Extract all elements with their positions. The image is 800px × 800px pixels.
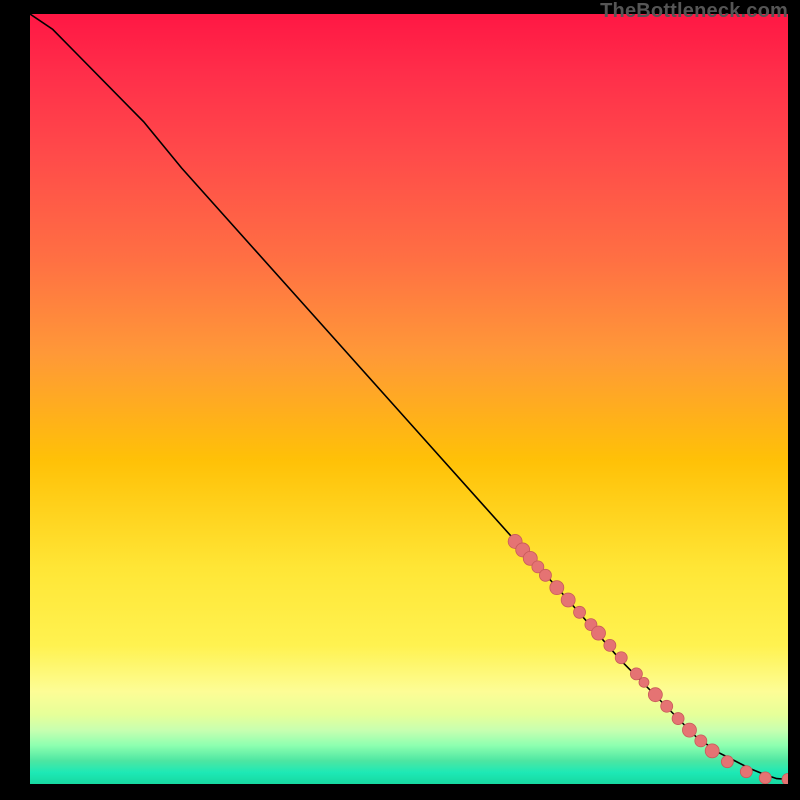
scatter-point [550, 581, 564, 595]
plot-area [30, 14, 788, 784]
scatter-point [672, 713, 684, 725]
scatter-point [648, 688, 662, 702]
scatter-point [661, 700, 673, 712]
chart-svg [30, 14, 788, 784]
scatter-point [615, 652, 627, 664]
scatter-point [592, 626, 606, 640]
scatter-point [639, 677, 649, 687]
scatter-point [695, 735, 707, 747]
curve-line [30, 14, 788, 779]
scatter-point [539, 569, 551, 581]
scatter-point [630, 668, 642, 680]
chart-stage: TheBottleneck.com [0, 0, 800, 800]
scatter-point [782, 773, 788, 784]
scatter-point [561, 593, 575, 607]
scatter-points [508, 534, 788, 784]
scatter-point [682, 723, 696, 737]
scatter-point [574, 606, 586, 618]
scatter-point [759, 772, 771, 784]
scatter-point [705, 744, 719, 758]
scatter-point [721, 756, 733, 768]
scatter-point [604, 639, 616, 651]
watermark-text: TheBottleneck.com [600, 0, 788, 23]
scatter-point [740, 766, 752, 778]
